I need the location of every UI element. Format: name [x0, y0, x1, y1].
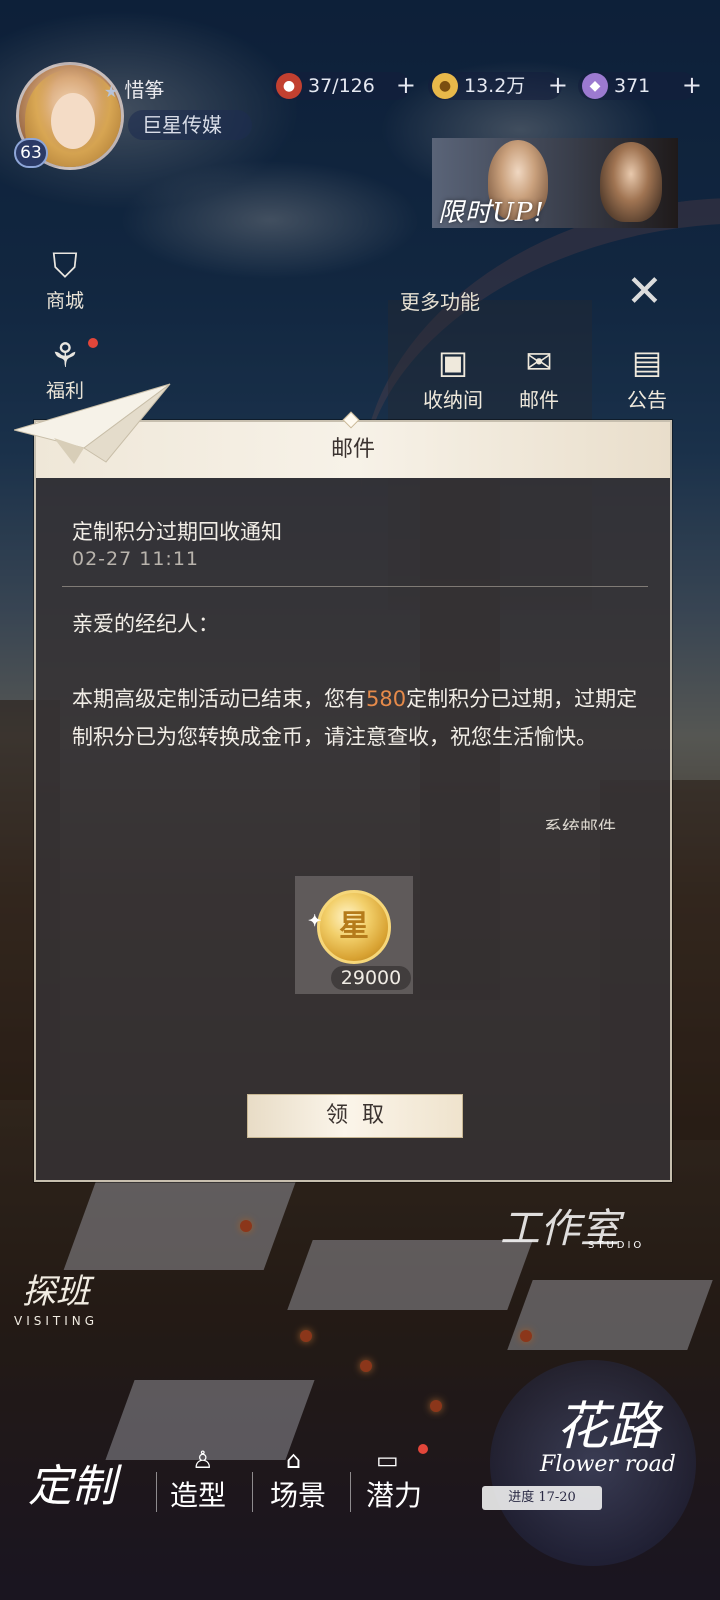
gift-bow-icon: ⚘: [49, 336, 81, 376]
mail-greeting: 亲爱的经纪人：: [72, 612, 219, 636]
drink-icon: ●: [276, 73, 302, 99]
coin-glyph: 星: [339, 909, 369, 944]
gold-value: 13.2万: [464, 75, 526, 97]
visiting-button[interactable]: 探班: [22, 1264, 90, 1313]
notice-label: 公告: [627, 388, 667, 412]
nav-potential[interactable]: 潜力: [366, 1474, 422, 1514]
diamond-value: 371: [614, 75, 651, 97]
paper-plane-icon: [14, 383, 171, 464]
diamond-icon: ◆: [582, 73, 608, 99]
storage-label: 收纳间: [423, 388, 483, 412]
expired-points-value: 580: [366, 687, 407, 711]
stamina-resource: ● 37/126 +: [272, 71, 416, 100]
flower-road-title: 花路: [556, 1397, 661, 1457]
star-icon: ★: [104, 82, 119, 101]
dialog-title: 邮件: [330, 437, 375, 462]
board-icon: ▤: [631, 343, 663, 381]
mail-dialog: 邮件 定制积分过期回收通知 02-27 11:11 亲爱的经纪人： 本期高级定制…: [34, 411, 672, 1182]
book-icon: ▭: [376, 1446, 399, 1474]
shop-label: 商城: [45, 290, 84, 312]
reward-quantity: 29000: [331, 966, 411, 990]
add-stamina-button[interactable]: +: [396, 71, 416, 99]
notification-dot: [88, 338, 98, 348]
mail-signature: 系统邮件: [544, 818, 616, 830]
star-coin-icon: ✦ 星: [308, 890, 391, 964]
promo-label: 限时UP!: [438, 198, 545, 228]
divider: [62, 586, 648, 587]
flower-road-progress: 进度 17-20: [482, 1486, 602, 1510]
mail-label: 邮件: [519, 388, 559, 412]
storage-button[interactable]: ▣ 收纳间: [408, 340, 498, 413]
envelope-icon: ✉: [525, 343, 553, 381]
shop-button[interactable]: ⛉ 商城: [38, 246, 92, 313]
flower-road-subtitle: Flower road: [540, 1452, 676, 1477]
player-name-text: 惜筝: [124, 78, 165, 102]
divider: [350, 1472, 351, 1512]
character-portrait: [600, 142, 662, 222]
mail-body-part: 本期高级定制活动已结束，您有: [72, 687, 366, 711]
claim-button[interactable]: 领取: [247, 1094, 463, 1138]
notification-dot: [418, 1444, 428, 1454]
nav-style[interactable]: 造型: [170, 1474, 226, 1514]
cart-icon: ⛉: [52, 246, 78, 286]
close-icon[interactable]: ✕: [626, 270, 663, 314]
player-name: ★ 惜筝: [104, 74, 164, 103]
visiting-subtitle: VISITING: [14, 1314, 99, 1328]
diamond-resource: ◆ 371 +: [578, 71, 702, 100]
add-diamond-button[interactable]: +: [682, 71, 702, 99]
divider: [252, 1472, 253, 1512]
bust-icon: ♙: [192, 1446, 214, 1474]
more-functions-title: 更多功能: [400, 290, 480, 314]
add-gold-button[interactable]: +: [548, 71, 568, 99]
sparkle-icon: ✦: [308, 911, 322, 930]
stamina-value: 37/126: [308, 75, 375, 97]
divider: [156, 1472, 157, 1512]
mail-body: 本期高级定制活动已结束，您有580定制积分已过期，过期定制积分已为您转换成金币，…: [72, 680, 638, 756]
house-icon: ⌂: [286, 1446, 302, 1474]
reward-item[interactable]: ✦ 星 29000: [295, 876, 413, 994]
gold-resource: ● 13.2万 +: [428, 71, 568, 100]
mail-button[interactable]: ✉ 邮件: [494, 340, 584, 413]
mail-subject: 定制积分过期回收通知: [72, 520, 282, 544]
studio-subtitle: STUDIO: [588, 1240, 645, 1251]
level-badge: 63: [14, 138, 48, 168]
company-name: 巨星传媒: [128, 110, 252, 140]
notice-button[interactable]: ▤ 公告: [602, 340, 692, 413]
limited-up-banner[interactable]: 限时UP!: [432, 138, 678, 228]
mail-timestamp: 02-27 11:11: [72, 548, 200, 570]
nav-scene[interactable]: 场景: [270, 1474, 326, 1514]
gold-coin-icon: ●: [432, 73, 458, 99]
nav-custom[interactable]: 定制: [28, 1450, 116, 1514]
box-icon: ▣: [437, 343, 469, 381]
